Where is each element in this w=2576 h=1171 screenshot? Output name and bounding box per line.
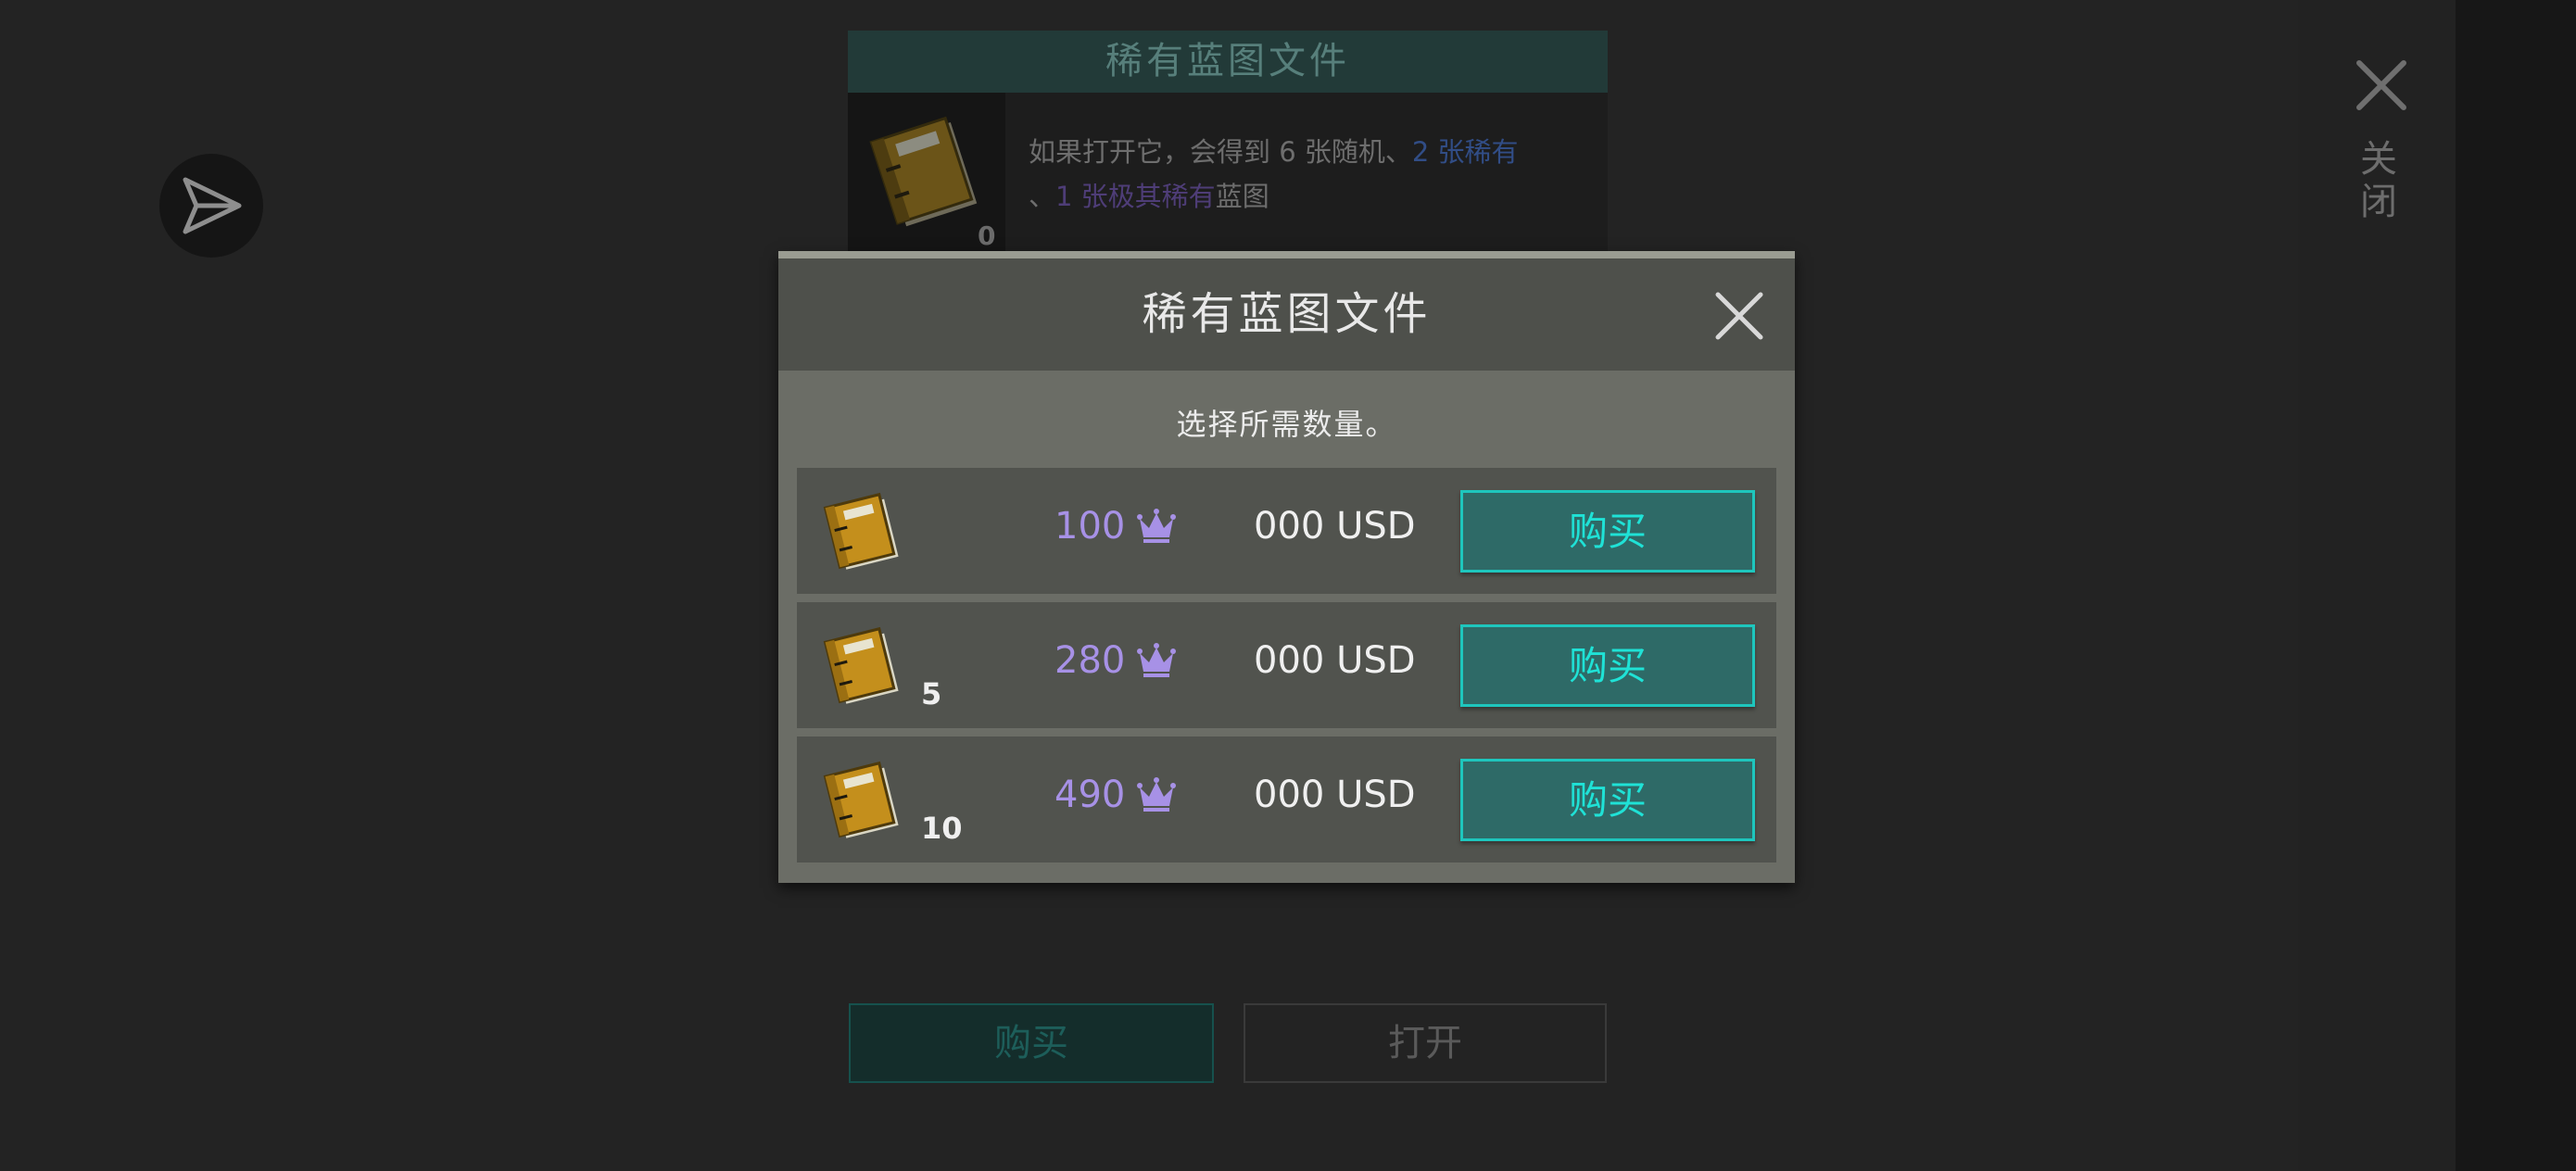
desc-part1: 如果打开它，会得到 6 张随机、 <box>1029 136 1412 168</box>
buy-button[interactable]: 购买 <box>1460 759 1755 841</box>
row-quantity: 5 <box>921 676 942 711</box>
price-value: 280 <box>1054 639 1126 682</box>
row-quantity: 10 <box>921 811 963 846</box>
row-usd-price: 000 USD <box>1254 505 1416 548</box>
desc-part3: 蓝图 <box>1215 181 1269 212</box>
close-icon[interactable] <box>2354 57 2409 113</box>
crown-icon <box>1137 643 1177 677</box>
background-open-button[interactable]: 打开 <box>1244 1003 1607 1083</box>
row-price: 490 <box>1054 774 1177 816</box>
buy-button[interactable]: 购买 <box>1460 624 1755 707</box>
dialog-title: 稀有蓝图文件 <box>1142 288 1432 340</box>
right-edge-strip <box>2456 0 2576 1171</box>
price-value: 490 <box>1054 774 1126 816</box>
purchase-dialog: 稀有蓝图文件 选择所需数量。 100 000 USD 购买 5 280 000 … <box>778 251 1795 883</box>
item-info-panel: 稀有蓝图文件 0 如果打开它，会得到 6 张随机、2 张稀有、1 张极其稀有蓝图 <box>848 31 1608 253</box>
desc-part2: 、 <box>1029 181 1056 212</box>
row-usd-price: 000 USD <box>1254 774 1416 816</box>
dialog-subtitle: 选择所需数量。 <box>1176 407 1397 442</box>
item-thumbnail: 0 <box>848 93 1005 253</box>
item-title: 稀有蓝图文件 <box>848 31 1608 93</box>
buy-button[interactable]: 购买 <box>1460 490 1755 573</box>
price-value: 100 <box>1054 505 1126 548</box>
blueprint-folder-icon <box>823 492 899 570</box>
send-icon <box>183 177 242 234</box>
purchase-row: 10 490 000 USD 购买 <box>797 737 1776 863</box>
row-price: 100 <box>1054 505 1177 548</box>
dialog-top-border <box>778 251 1795 258</box>
crown-icon <box>1137 509 1177 543</box>
desc-rare: 2 张稀有 <box>1411 136 1519 168</box>
blueprint-folder-icon <box>869 116 978 227</box>
desc-very-rare: 1 张极其稀有 <box>1055 181 1216 212</box>
purchase-row: 5 280 000 USD 购买 <box>797 602 1776 728</box>
row-price: 280 <box>1054 639 1177 682</box>
item-body: 0 如果打开它，会得到 6 张随机、2 张稀有、1 张极其稀有蓝图 <box>848 93 1608 253</box>
blueprint-folder-icon <box>823 761 899 838</box>
close-icon[interactable] <box>1712 289 1766 343</box>
background-buy-button[interactable]: 购买 <box>849 1003 1214 1083</box>
owned-count: 0 <box>978 220 996 251</box>
dialog-header: 稀有蓝图文件 <box>778 258 1795 371</box>
purchase-row: 100 000 USD 购买 <box>797 468 1776 594</box>
row-usd-price: 000 USD <box>1254 639 1416 682</box>
close-label[interactable]: 关闭 <box>2354 139 2402 224</box>
crown-icon <box>1137 777 1177 812</box>
send-button[interactable] <box>159 154 263 258</box>
blueprint-folder-icon <box>823 626 899 704</box>
item-description: 如果打开它，会得到 6 张随机、2 张稀有、1 张极其稀有蓝图 <box>1029 130 1585 219</box>
